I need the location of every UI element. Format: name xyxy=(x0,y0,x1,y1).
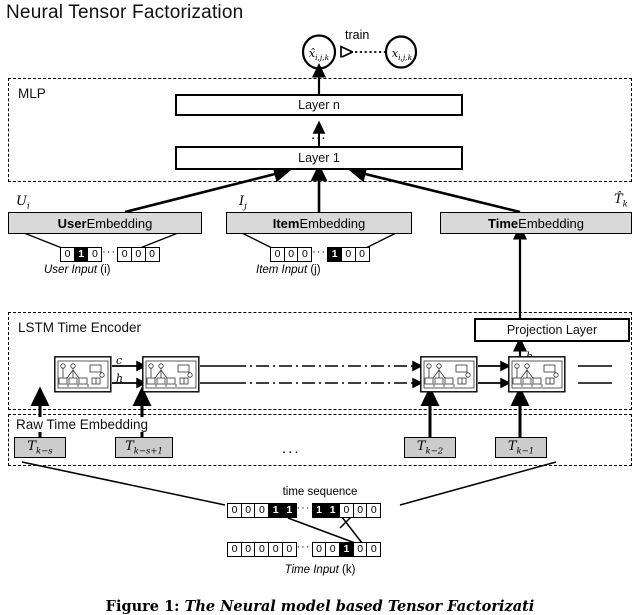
user-embedding-bar[interactable]: User Embedding xyxy=(8,212,202,234)
raw-time-box-1[interactable]: Tk−s+1 xyxy=(115,437,173,458)
user-embedding-bold: User xyxy=(57,215,87,231)
layer-1-box[interactable]: Layer 1 xyxy=(175,146,463,170)
item-embedding-bar[interactable]: Item Embedding xyxy=(226,212,412,234)
figure-caption-prefix: Figure 1: xyxy=(105,598,180,615)
mlp-group-label: MLP xyxy=(16,86,48,101)
raw-time-embedding-label: Raw Time Embedding xyxy=(14,417,151,432)
raw-time-box-2[interactable]: Tk−2 xyxy=(404,437,456,458)
bit-cell[interactable]: 0 xyxy=(366,541,382,557)
item-embedding-rest: Embedding xyxy=(299,215,366,231)
h-state-label: h xyxy=(116,372,124,385)
time-input-label: Time Input (k) xyxy=(284,564,356,576)
lstm-cell-3[interactable] xyxy=(508,356,566,393)
raw-time-ellipsis: ... xyxy=(282,440,301,457)
layer-n-label: Layer n xyxy=(298,98,340,112)
bit-ellipsis: ··· xyxy=(312,246,327,258)
lstm-cell-2[interactable] xyxy=(420,356,478,393)
time-embedding-bar[interactable]: Time Embedding xyxy=(440,212,632,234)
item-input-label: Item Input (j) xyxy=(256,264,321,276)
item-embedding-symbol: Ij xyxy=(239,194,247,212)
time-embedding-rest: Embedding xyxy=(518,215,584,231)
time-sequence-row-2[interactable]: 0 0 0 0 0 ··· 0 0 1 0 0 xyxy=(227,541,382,557)
bit-cell[interactable]: 0 xyxy=(366,502,382,518)
time-sequence-row-1[interactable]: 0 0 0 1 1 ··· 1 1 0 0 0 xyxy=(227,502,382,518)
time-sequence-label: time sequence xyxy=(282,486,358,498)
item-embedding-bold: Item xyxy=(272,215,300,231)
user-input-bits[interactable]: 0 1 0 ··· 0 0 0 xyxy=(60,246,160,262)
lstm-group-label: LSTM Time Encoder xyxy=(16,320,144,335)
figure-caption-text: The Neural model based Tensor Factorizat… xyxy=(179,598,535,615)
figure-canvas: Neural Tensor Factorization x̂i,j,k xi,j… xyxy=(0,0,640,615)
true-value-node: xi,j,k xyxy=(391,47,413,63)
lstm-cell-1[interactable] xyxy=(142,356,200,393)
layer-1-label: Layer 1 xyxy=(298,151,340,165)
predicted-value-node: x̂i,j,k xyxy=(308,47,330,63)
c-state-label: c xyxy=(116,354,123,367)
bit-ellipsis: ··· xyxy=(296,502,311,514)
item-input-bits[interactable]: 0 0 0 ··· 1 0 0 xyxy=(270,246,370,262)
user-embedding-symbol: Ui xyxy=(16,194,30,212)
bit-cell[interactable]: 0 xyxy=(354,246,370,262)
mlp-vertical-dots: ... xyxy=(311,126,327,143)
time-embedding-bold: Time xyxy=(488,215,519,231)
time-embedding-symbol: T̂k xyxy=(614,192,628,210)
raw-time-box-3[interactable]: Tk−1 xyxy=(495,437,547,458)
user-input-label: User Input (i) xyxy=(44,264,111,276)
lstm-cell-0[interactable] xyxy=(54,356,112,393)
projection-layer-label: Projection Layer xyxy=(506,323,598,337)
figure-caption: Figure 1: The Neural model based Tensor … xyxy=(0,598,640,615)
projection-layer-box[interactable]: Projection Layer xyxy=(474,318,630,342)
layer-n-box[interactable]: Layer n xyxy=(175,94,463,116)
raw-time-box-0[interactable]: Tk−s xyxy=(14,437,66,458)
bit-ellipsis: ··· xyxy=(296,541,311,553)
train-label: train xyxy=(345,28,370,42)
bit-cell[interactable]: 0 xyxy=(144,246,160,262)
user-embedding-rest: Embedding xyxy=(86,215,153,231)
bit-ellipsis: ··· xyxy=(102,246,117,258)
